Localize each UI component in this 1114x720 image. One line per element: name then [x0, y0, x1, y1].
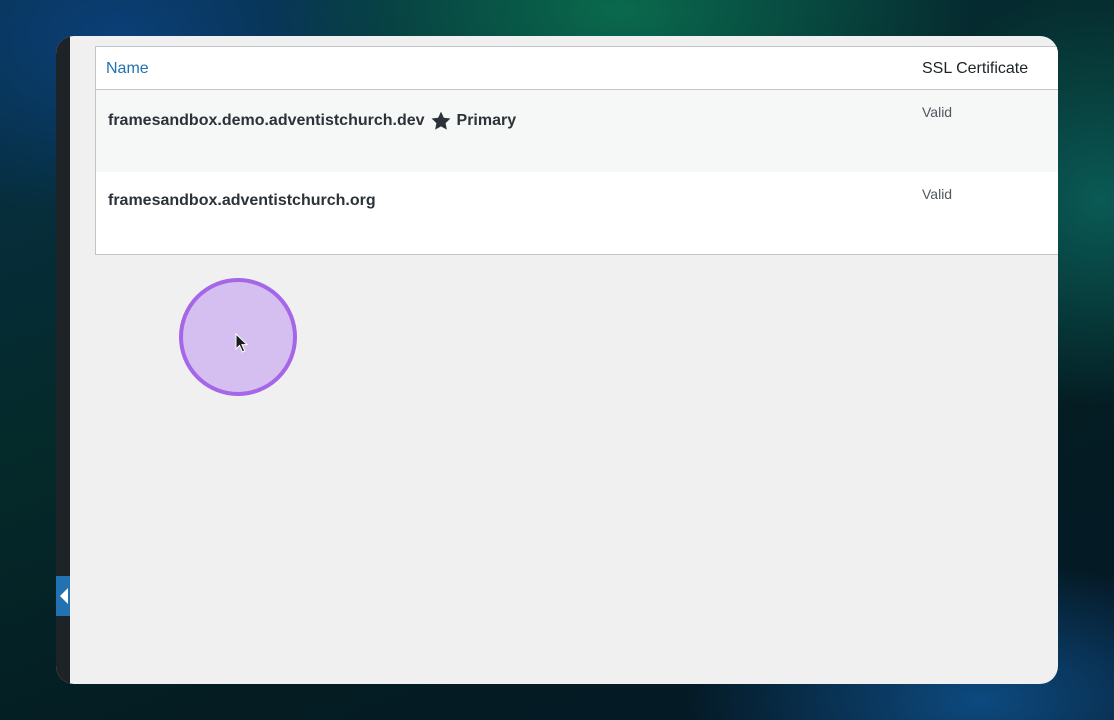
- table-row: framesandbox.adventistchurch.org Valid: [96, 172, 1058, 254]
- ssl-column-header: SSL Certificate: [922, 60, 1029, 77]
- domain-name[interactable]: framesandbox.demo.adventistchurch.dev: [108, 112, 425, 130]
- mouse-pointer-icon: [235, 333, 249, 353]
- desktop-background: Name SSL Certificate framesandbox.demo.a…: [0, 0, 1114, 720]
- collapse-arrow-icon[interactable]: [56, 576, 70, 616]
- domains-table: Name SSL Certificate framesandbox.demo.a…: [95, 46, 1058, 255]
- domain-name[interactable]: framesandbox.adventistchurch.org: [108, 192, 376, 210]
- table-header: Name SSL Certificate: [96, 47, 1058, 90]
- table-row: framesandbox.demo.adventistchurch.dev Pr…: [96, 90, 1058, 172]
- domain-cell: framesandbox.adventistchurch.org: [108, 192, 376, 210]
- domain-cell: framesandbox.demo.adventistchurch.dev Pr…: [108, 110, 516, 132]
- ssl-status: Valid: [922, 186, 953, 202]
- name-column-header[interactable]: Name: [106, 60, 149, 78]
- primary-label: Primary: [456, 112, 517, 129]
- ssl-status: Valid: [922, 104, 953, 120]
- browser-window: Name SSL Certificate framesandbox.demo.a…: [56, 36, 1058, 684]
- star-icon: [431, 111, 450, 130]
